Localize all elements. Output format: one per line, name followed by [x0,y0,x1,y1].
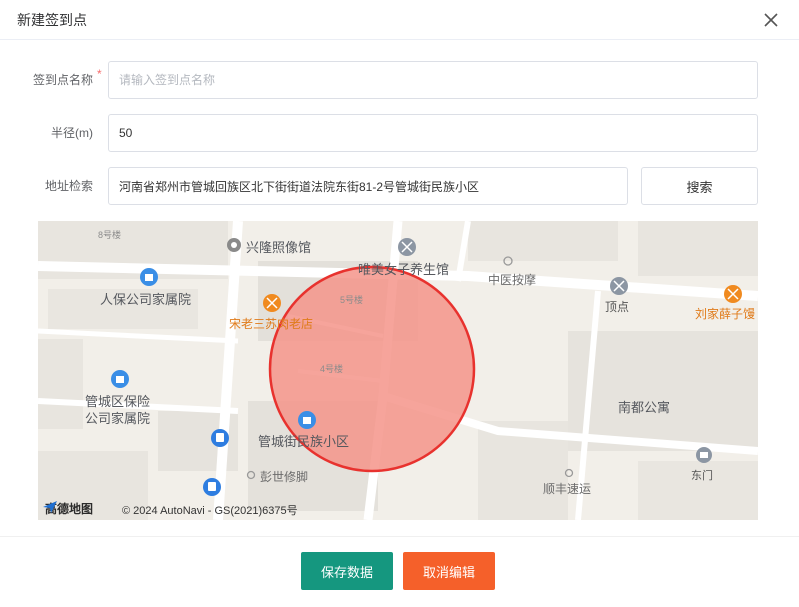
map-poi-label: 彭世修脚 [260,470,309,484]
save-button[interactable]: 保存数据 [301,552,393,590]
map-poi-label: 南都公寓 [618,400,671,415]
dialog-header: 新建签到点 [0,0,799,40]
required-mark: * [97,67,102,81]
map-building-label: 5号楼 [340,295,364,305]
name-row: 签到点名称 * [0,61,799,99]
close-icon[interactable] [761,10,781,30]
map-view[interactable]: 8号楼 兴隆照像馆 唯美女子养生馆 中医按摩 顶点 刘家薛子馒 人保公司家属院 … [38,221,758,520]
map-poi-label: 管城街民族小区 [258,434,350,449]
footer-divider [0,536,799,537]
radius-row: 半径(m) [0,114,799,152]
address-label: 地址检索 [44,179,93,193]
map-poi-label: 公司家属院 [85,411,151,426]
map-building-label: 8号楼 [98,230,122,240]
map-poi-label: 东门 [691,470,713,482]
radius-input[interactable] [108,114,758,152]
map-poi-label: 宋老三苏肉老店 [229,317,314,331]
cancel-button[interactable]: 取消编辑 [403,552,495,590]
name-input[interactable] [108,61,758,99]
map-poi-label: 兴隆照像馆 [246,240,312,255]
amap-logo-icon [43,501,57,513]
map-poi-label: 人保公司家属院 [100,292,192,307]
map-poi-label: 唯美女子养生馆 [358,262,450,277]
dialog-title: 新建签到点 [17,12,87,28]
create-checkin-dialog: 新建签到点 签到点名称 * 半径(m) 地址检索 搜索 [0,0,799,607]
map-copyright: © 2024 AutoNavi - GS(2021)6375号 [122,505,298,517]
map-logo: 高德地图 [42,500,93,517]
map-poi-label: 顺丰速运 [543,482,592,496]
address-row: 地址检索 搜索 [0,167,799,205]
address-input[interactable] [108,167,628,205]
radius-label: 半径(m) [51,126,93,140]
map-poi-label: 顶点 [605,300,630,314]
search-button[interactable]: 搜索 [641,167,758,205]
map-poi-label: 刘家薛子馒 [695,307,756,321]
map-building-label: 4号楼 [320,364,344,374]
map-poi-label: 中医按摩 [488,273,537,287]
name-label: 签到点名称 [32,73,93,87]
